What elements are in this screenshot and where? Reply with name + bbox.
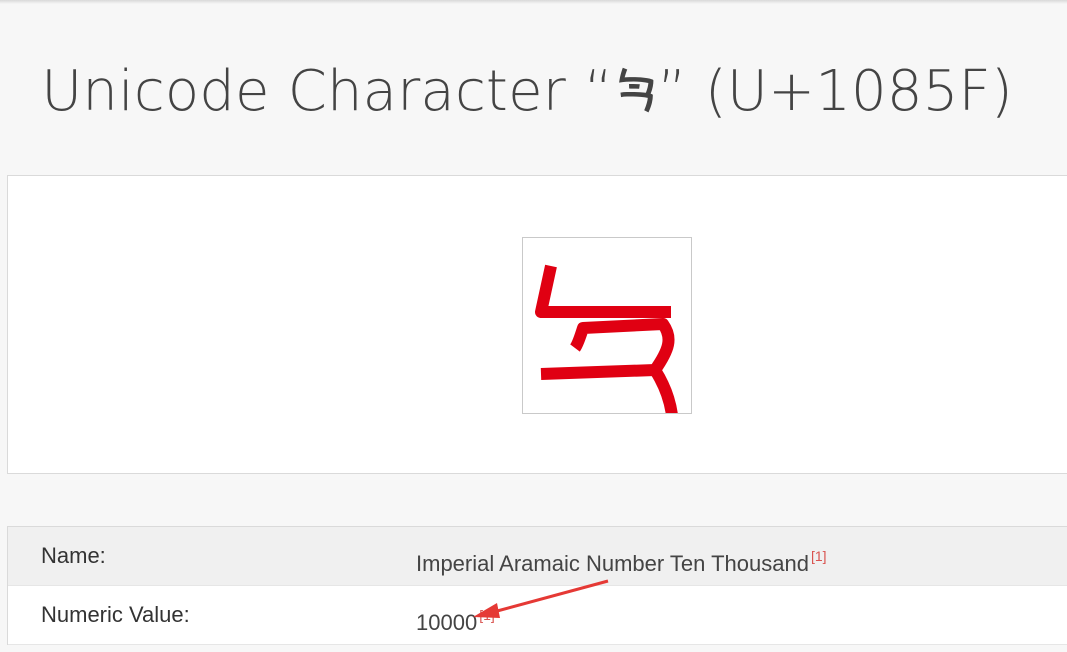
page-title: Unicode Character “𐡟” (U+1085F): [41, 59, 1013, 124]
glyph-image: [522, 237, 692, 414]
name-value-text: Imperial Aramaic Number Ten Thousand: [416, 551, 809, 576]
numeric-value-reference-link[interactable]: [1]: [479, 607, 495, 623]
numeric-value-label: Numeric Value:: [41, 602, 190, 627]
numeric-value: 10000 [1]: [416, 586, 495, 652]
name-value: Imperial Aramaic Number Ten Thousand [1]: [416, 527, 827, 593]
name-reference-link[interactable]: [1]: [811, 548, 827, 564]
table-row-name: Name: Imperial Aramaic Number Ten Thousa…: [8, 527, 1067, 586]
numeric-value-text: 10000: [416, 610, 478, 635]
name-label: Name:: [41, 543, 106, 568]
top-shadow: [0, 0, 1067, 4]
properties-table: Name: Imperial Aramaic Number Ten Thousa…: [7, 526, 1067, 645]
aramaic-ten-thousand-glyph: [535, 264, 678, 413]
table-row-numeric-value: Numeric Value: 10000 [1]: [8, 586, 1067, 645]
